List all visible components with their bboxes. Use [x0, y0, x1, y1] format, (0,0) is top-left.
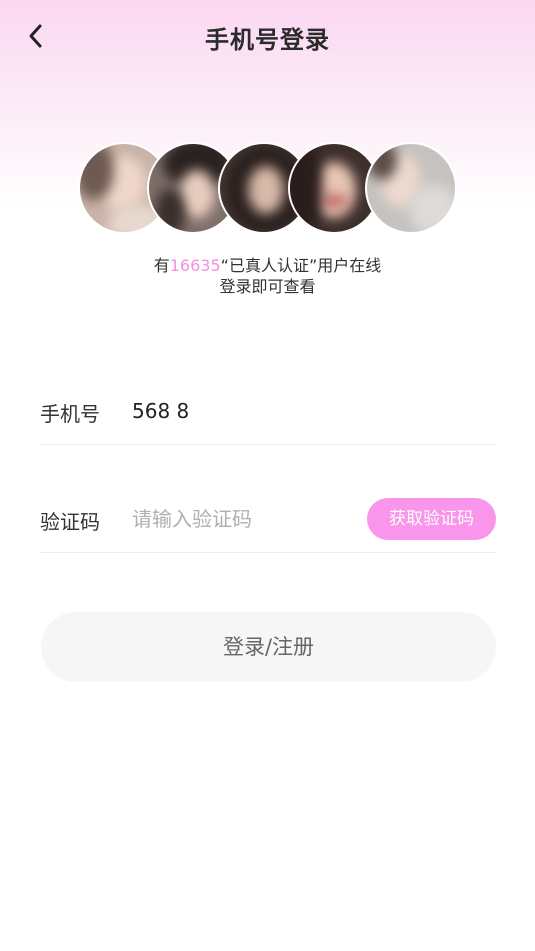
phone-label: 手机号: [40, 402, 100, 426]
phone-row: 手机号: [40, 380, 496, 445]
online-prefix: 有: [153, 256, 170, 275]
code-input[interactable]: [132, 502, 362, 536]
get-code-button[interactable]: 获取验证码: [367, 498, 496, 540]
avatar-row: [78, 142, 458, 238]
online-count: 16635: [169, 256, 221, 275]
code-row: 验证码 获取验证码: [40, 488, 496, 553]
avatar: [365, 142, 457, 234]
login-to-view-text: 登录即可查看: [219, 277, 316, 296]
online-suffix: “已真人认证”用户在线: [220, 256, 382, 275]
online-users-notice: 有16635“已真人认证”用户在线 登录即可查看: [0, 255, 535, 297]
login-register-button[interactable]: 登录/注册: [41, 612, 496, 682]
online-count-line: 有16635“已真人认证”用户在线: [0, 255, 535, 276]
header-bar: 手机号登录: [0, 0, 535, 72]
code-label: 验证码: [40, 510, 100, 534]
phone-input[interactable]: [132, 394, 362, 428]
page-title: 手机号登录: [205, 26, 330, 54]
